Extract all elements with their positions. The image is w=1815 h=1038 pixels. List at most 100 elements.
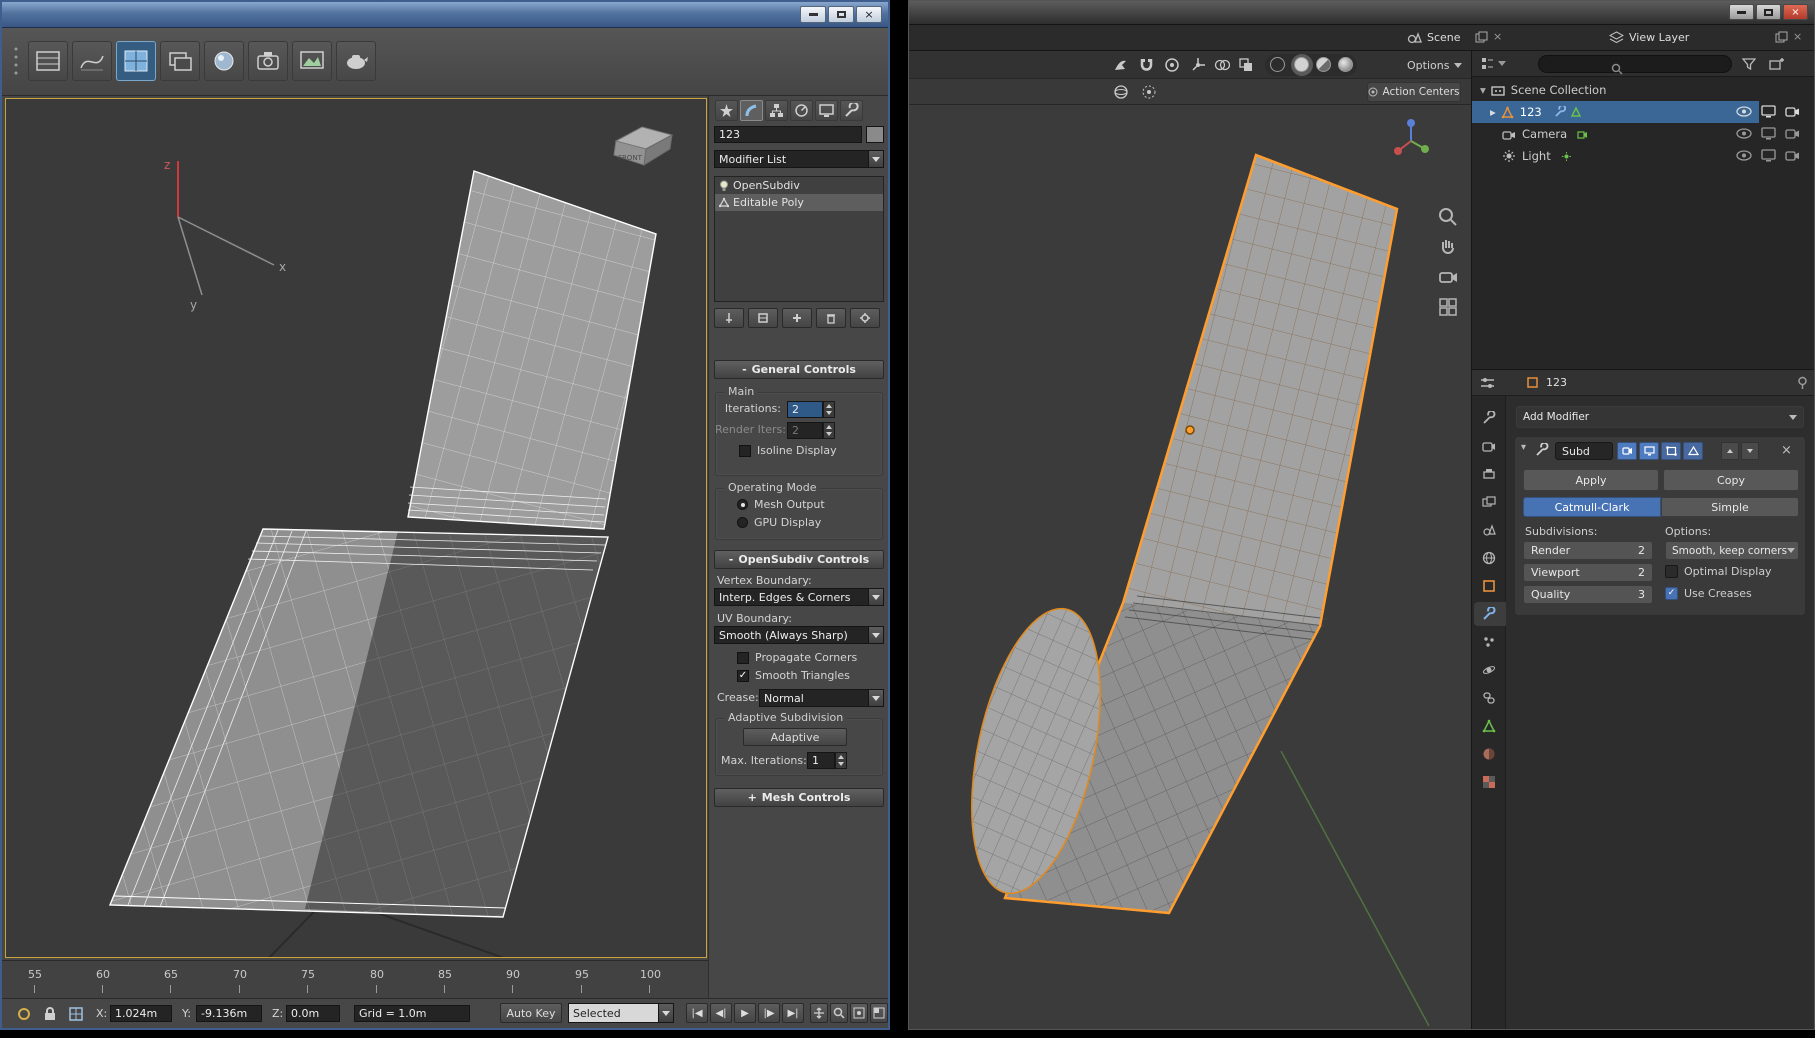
- proportional-editing-icon[interactable]: [1164, 57, 1180, 73]
- overlays-toggle-icon[interactable]: [1214, 57, 1230, 73]
- tab-physics-icon[interactable]: [1481, 662, 1497, 678]
- tab-display-icon[interactable]: [815, 100, 838, 121]
- modifier-stack[interactable]: OpenSubdiv Editable Poly: [714, 176, 884, 302]
- go-to-start-button[interactable]: |◀: [686, 1003, 708, 1023]
- disable-render-icon[interactable]: [1785, 127, 1800, 140]
- modifier-show-oncage-toggle[interactable]: [1683, 442, 1703, 460]
- x-coordinate-field[interactable]: 1.024m: [110, 1005, 172, 1022]
- viewport-ortho-toggle-icon[interactable]: [1437, 296, 1459, 318]
- shading-rendered-icon[interactable]: [1338, 57, 1353, 72]
- gizmos-toggle-icon[interactable]: [1190, 57, 1206, 73]
- isolate-selection-icon[interactable]: [16, 1006, 32, 1022]
- render-iters-field[interactable]: 2: [787, 422, 823, 439]
- disable-viewport-icon[interactable]: [1761, 127, 1776, 140]
- tab-render-icon[interactable]: [1481, 438, 1497, 454]
- minimize-button[interactable]: [1729, 4, 1754, 20]
- next-frame-button[interactable]: |▶: [758, 1003, 780, 1023]
- modifier-show-editmode-toggle[interactable]: [1661, 442, 1681, 460]
- iterations-spinner[interactable]: [823, 401, 835, 418]
- render-subdivisions-field[interactable]: Render 2: [1523, 541, 1653, 560]
- curve-editor-icon[interactable]: [72, 41, 112, 81]
- absolute-mode-icon[interactable]: [68, 1006, 84, 1022]
- make-unique-button[interactable]: [782, 308, 812, 328]
- remove-view-layer-icon[interactable]: ×: [1793, 30, 1802, 43]
- hide-eye-icon[interactable]: [1736, 127, 1752, 140]
- pin-icon[interactable]: [1796, 376, 1809, 390]
- tab-material-icon[interactable]: [1481, 746, 1497, 762]
- tab-object-data-icon[interactable]: [1481, 718, 1497, 734]
- catmull-clark-button[interactable]: Catmull-Clark: [1523, 497, 1661, 517]
- auto-key-button[interactable]: Auto Key: [500, 1003, 562, 1023]
- tab-particles-icon[interactable]: [1481, 634, 1497, 650]
- disable-viewport-icon[interactable]: [1761, 105, 1776, 118]
- selection-lock-icon[interactable]: [42, 1006, 58, 1022]
- tab-modify-icon[interactable]: [740, 100, 763, 121]
- tab-world-icon[interactable]: [1481, 550, 1497, 566]
- max-viewport[interactable]: z x y FRONT: [5, 98, 707, 958]
- object-name-field[interactable]: 123: [714, 126, 862, 143]
- filter-icon[interactable]: [1742, 57, 1756, 71]
- disable-render-icon[interactable]: [1785, 105, 1800, 118]
- layer-manager-icon[interactable]: [160, 41, 200, 81]
- z-coordinate-field[interactable]: 0.0m: [286, 1005, 340, 1022]
- use-creases-checkbox[interactable]: ✓: [1665, 587, 1678, 600]
- move-modifier-down-button[interactable]: [1741, 442, 1759, 460]
- vertex-boundary-dropdown[interactable]: Interp. Edges & Corners: [714, 588, 884, 606]
- previous-frame-button[interactable]: ◀|: [710, 1003, 732, 1023]
- quality-field[interactable]: Quality 3: [1523, 585, 1653, 604]
- propagate-corners-checkbox[interactable]: [737, 652, 749, 664]
- simple-button[interactable]: Simple: [1661, 497, 1799, 517]
- disable-viewport-icon[interactable]: [1761, 149, 1776, 162]
- smooth-triangles-checkbox[interactable]: ✓: [737, 670, 749, 682]
- view-layer-selector[interactable]: View Layer: [1629, 31, 1689, 44]
- viewport-options-dropdown[interactable]: Options: [1407, 56, 1463, 74]
- iterations-field[interactable]: 2: [787, 401, 823, 418]
- viewport-camera-icon[interactable]: [1437, 266, 1459, 288]
- hide-eye-icon[interactable]: [1736, 105, 1752, 118]
- stack-item-editable-poly[interactable]: Editable Poly: [715, 194, 883, 211]
- transform-orientation-icon[interactable]: [1113, 84, 1129, 100]
- max-iterations-spinner[interactable]: [835, 752, 847, 769]
- blender-titlebar[interactable]: ×: [909, 1, 1814, 25]
- go-to-end-button[interactable]: ▶|: [782, 1003, 804, 1023]
- close-button[interactable]: ×: [1783, 4, 1808, 20]
- tab-utilities-icon[interactable]: [840, 100, 863, 121]
- pivot-point-icon[interactable]: [1141, 84, 1157, 100]
- shading-solid-icon[interactable]: [1294, 57, 1309, 72]
- maximize-button[interactable]: [1756, 4, 1781, 20]
- tab-create-icon[interactable]: [715, 100, 738, 121]
- outliner-row-object-123[interactable]: ▸ 123: [1472, 101, 1759, 123]
- uv-smooth-dropdown[interactable]: Smooth, keep corners: [1665, 541, 1799, 560]
- isoline-display-checkbox[interactable]: [739, 445, 751, 457]
- crease-dropdown[interactable]: Normal: [759, 689, 884, 707]
- maximize-viewport-icon[interactable]: [870, 1003, 888, 1023]
- expand-closed-icon[interactable]: ▸: [1490, 105, 1496, 119]
- properties-editor-icon[interactable]: [1480, 376, 1495, 390]
- selection-set-dropdown[interactable]: Selected: [568, 1003, 674, 1023]
- expand-open-icon[interactable]: ▾: [1521, 442, 1526, 453]
- render-setup-icon[interactable]: [248, 41, 288, 81]
- track-view-icon[interactable]: [28, 41, 68, 81]
- outliner-search-input[interactable]: [1538, 55, 1732, 75]
- tab-constraints-icon[interactable]: [1481, 690, 1497, 706]
- tab-output-icon[interactable]: [1481, 466, 1497, 482]
- modifier-name-field[interactable]: Subd: [1555, 442, 1613, 460]
- remove-modifier-button[interactable]: [816, 308, 846, 328]
- rollout-mesh-controls[interactable]: + Mesh Controls: [714, 788, 884, 807]
- y-coordinate-field[interactable]: -9.136m: [196, 1005, 262, 1022]
- max-titlebar[interactable]: ×: [2, 2, 888, 28]
- viewport-zoom-icon[interactable]: [1437, 206, 1459, 228]
- xray-toggle-icon[interactable]: [1238, 57, 1254, 73]
- viewport-pan-hand-icon[interactable]: [1437, 236, 1459, 258]
- new-collection-icon[interactable]: [1768, 56, 1784, 72]
- zoom-icon[interactable]: [830, 1003, 848, 1023]
- move-modifier-up-button[interactable]: [1721, 442, 1739, 460]
- adaptive-button[interactable]: Adaptive: [743, 728, 847, 746]
- lightbulb-icon[interactable]: [719, 180, 729, 192]
- configure-modifier-sets-button[interactable]: [850, 308, 880, 328]
- viewport-layout-icon[interactable]: [116, 41, 156, 81]
- minimize-button[interactable]: [800, 6, 826, 23]
- play-button[interactable]: ▶: [734, 1003, 756, 1023]
- pin-stack-button[interactable]: [714, 308, 744, 328]
- gpu-display-radio[interactable]: [737, 517, 748, 528]
